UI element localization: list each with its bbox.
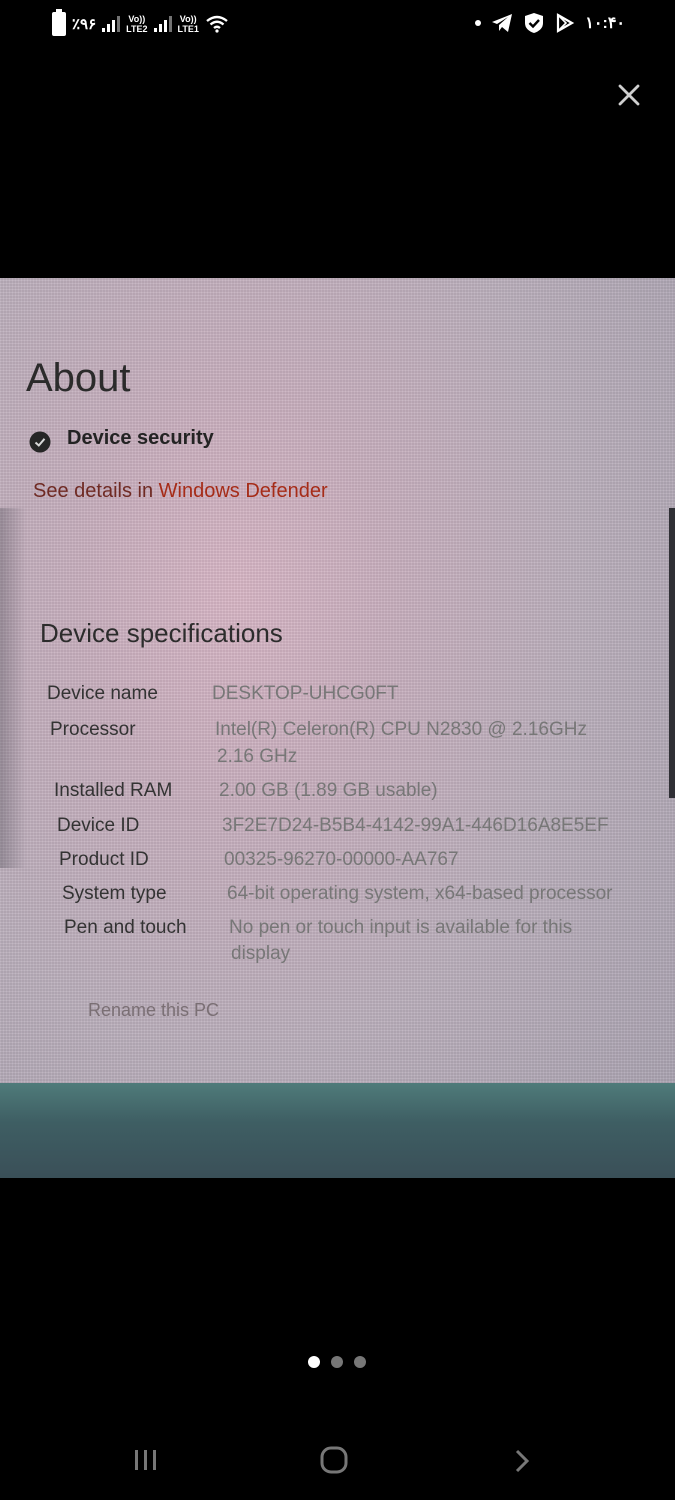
spec-value: 64-bit operating system, x64-based proce… xyxy=(227,883,613,904)
spec-label: Device name xyxy=(47,683,158,704)
signal-icon xyxy=(102,16,121,32)
spec-label: Processor xyxy=(50,719,136,740)
spec-value: 2.00 GB (1.89 GB usable) xyxy=(219,780,438,801)
sim1-label: LTE2 xyxy=(126,24,148,34)
close-icon[interactable] xyxy=(614,80,644,110)
telegram-icon xyxy=(492,14,513,32)
spec-value: No pen or touch input is available for t… xyxy=(229,917,573,938)
spec-value: display xyxy=(231,943,291,964)
device-security-label: Device security xyxy=(67,427,214,449)
signal-icon xyxy=(153,16,172,32)
defender-details: See details in Windows Defender xyxy=(33,480,328,503)
sim1-indicator: Vo)) LTE2 xyxy=(126,14,147,34)
page-dot-active[interactable] xyxy=(308,1356,320,1368)
details-prefix: See details in xyxy=(33,480,159,502)
page-dot[interactable] xyxy=(354,1356,366,1368)
spec-value: DESKTOP-UHCG0FT xyxy=(212,683,399,704)
volte-label: Vo)) xyxy=(179,14,197,24)
wifi-icon xyxy=(206,15,228,33)
monitor-left-edge xyxy=(0,508,26,868)
spec-value: Intel(R) Celeron(R) CPU N2830 @ 2.16GHz xyxy=(215,719,587,740)
taskbar-strip xyxy=(0,1083,675,1178)
windows-defender-link[interactable]: Windows Defender xyxy=(159,480,328,502)
photo-image: About Device security See details in Win… xyxy=(0,278,675,1178)
sim2-label: LTE1 xyxy=(177,24,199,34)
spec-label: Installed RAM xyxy=(54,780,173,801)
page-title: About xyxy=(26,356,131,400)
battery-level: ٪۹۶ xyxy=(72,16,97,33)
page-dot[interactable] xyxy=(331,1356,343,1368)
shield-icon xyxy=(525,13,544,33)
spec-label: Product ID xyxy=(59,849,149,870)
spec-value: 2.16 GHz xyxy=(217,746,298,767)
check-circle-icon xyxy=(29,431,51,453)
spec-label: System type xyxy=(62,883,167,904)
volte-label: Vo)) xyxy=(128,14,146,24)
monitor-right-edge xyxy=(669,508,675,798)
clock: ۱۰:۴۰ xyxy=(585,15,625,32)
spec-label: Device ID xyxy=(57,815,140,836)
sim2-indicator: Vo)) LTE1 xyxy=(178,14,199,34)
back-icon[interactable] xyxy=(512,1448,532,1474)
rename-pc-button[interactable]: Rename this PC xyxy=(88,1000,219,1021)
section-title: Device specifications xyxy=(40,618,283,648)
status-left: ٪۹۶ Vo)) LTE2 Vo)) LTE1 xyxy=(52,9,229,36)
play-store-icon xyxy=(557,13,575,33)
status-bar: ٪۹۶ Vo)) LTE2 Vo)) LTE1 ۱۰:۴۰ xyxy=(0,0,675,48)
home-icon[interactable] xyxy=(320,1446,348,1474)
battery-icon xyxy=(52,9,66,36)
spec-value: 3F2E7D24-B5B4-4142-99A1-446D16A8E5EF xyxy=(222,815,609,836)
notification-dot-icon xyxy=(475,20,482,26)
spec-value: 00325-96270-00000-AA767 xyxy=(224,849,459,870)
recent-apps-icon[interactable] xyxy=(133,1448,159,1472)
status-right: ۱۰:۴۰ xyxy=(475,12,625,34)
spec-label: Pen and touch xyxy=(64,917,187,938)
page-indicator xyxy=(308,1356,366,1368)
navigation-bar xyxy=(0,1430,675,1490)
